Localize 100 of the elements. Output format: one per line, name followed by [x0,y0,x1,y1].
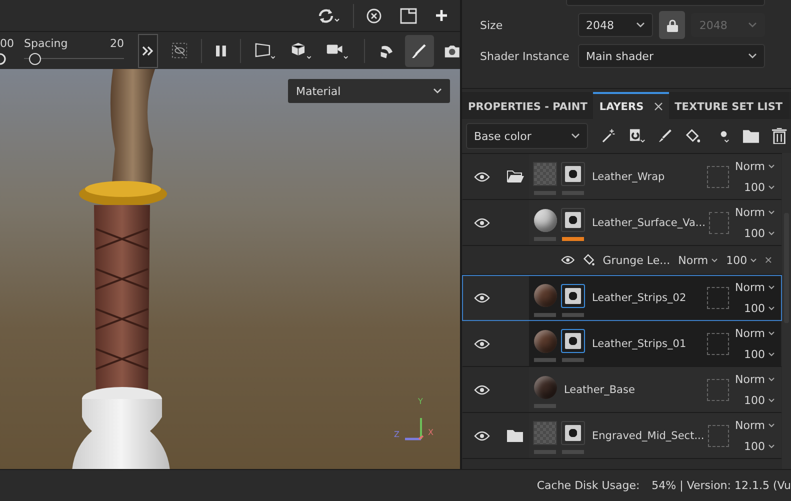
opacity-dropdown[interactable]: 100 [744,180,775,194]
chevron-down-icon [750,258,758,262]
folder-icon[interactable] [742,129,760,143]
axis-gizmo-icon [403,417,425,442]
eye-icon[interactable] [474,384,490,394]
expand-button[interactable] [138,34,158,68]
layer-name: Leather_Base [564,384,636,396]
mask-thumbnail[interactable] [561,329,585,353]
chevron-down-icon [768,164,775,168]
chevron-down-icon [636,22,646,28]
input-field[interactable] [566,0,765,6]
blend-mode-dropdown[interactable]: Norm [734,418,775,432]
channel-dropdown[interactable]: Base color [466,123,588,149]
blend-mask-slot[interactable] [707,378,729,400]
plus-icon[interactable] [435,9,448,22]
scrollbar[interactable] [782,153,791,470]
blend-mask-slot[interactable] [707,287,729,309]
opacity-dropdown[interactable]: 100 [744,394,775,406]
value-text: 00 [0,36,14,50]
blend-mask-slot[interactable] [709,212,729,234]
display-dropdown[interactable]: Material [288,79,450,103]
close-icon[interactable] [765,256,772,264]
refresh-icon[interactable] [629,128,645,144]
blend-mode-dropdown[interactable]: Norm [678,254,718,266]
chevron-down-icon [768,184,775,190]
hide-icon[interactable] [172,42,188,59]
blend-mask-slot[interactable] [707,166,729,188]
panel-tab[interactable]: LAYERS [593,92,669,119]
chevron-down-icon [768,230,775,236]
layer-name: Leather_Strips_02 [592,292,688,304]
cube-icon[interactable] [290,40,312,60]
perspective-icon[interactable] [255,40,277,60]
opacity-dropdown[interactable]: 100 [744,226,775,240]
mask-thumbnail[interactable] [561,421,585,445]
brush-icon [411,42,428,58]
chevron-down-icon [768,352,775,356]
opacity-dropdown[interactable]: 100 [744,440,775,452]
camera-icon[interactable] [444,42,460,58]
opacity-dropdown[interactable]: 100 [744,302,775,315]
eye-icon[interactable] [474,293,490,303]
axis-label: X [428,428,434,438]
blend-mask-slot[interactable] [708,424,729,446]
chevron-down-icon [768,444,775,448]
fill-bucket-icon [582,253,595,267]
chevron-down-icon [768,306,775,311]
shader-dropdown[interactable]: Main shader [578,44,765,68]
slider-value: 20 [110,36,124,50]
effect-name[interactable]: Grunge Le... [602,254,670,266]
chevron-down-icon [768,330,775,336]
chevron-down-icon [433,88,442,94]
mask-thumbnail[interactable] [561,208,585,232]
lock-icon [666,18,678,32]
eye-icon[interactable] [474,218,490,228]
eye-icon[interactable] [561,255,575,265]
layer-name: Engraved_Mid_Sect... [592,430,704,442]
close-icon[interactable] [654,102,663,111]
axis-label: Y [418,397,423,406]
eye-icon[interactable] [474,338,490,348]
chevron-down-icon [768,422,775,428]
folder-icon[interactable] [507,430,523,442]
double-chevron-icon [142,46,154,56]
eye-icon[interactable] [474,430,490,440]
axis-label: Z [394,430,400,440]
field-label: Shader Instance [479,50,570,62]
blend-mask-slot[interactable] [707,332,729,354]
sync-icon[interactable] [317,6,341,24]
window-icon[interactable] [400,8,417,24]
magic-wand-icon[interactable] [600,128,616,144]
layer-row[interactable]: Leather_Strips_02 Norm 100 [462,275,782,321]
chevron-down-icon [748,22,757,28]
trash-icon[interactable] [772,128,788,144]
blend-mode-dropdown[interactable]: Norm [734,206,775,218]
slider-thumb[interactable] [0,52,6,64]
chevron-down-icon [768,376,775,382]
chevron-down-icon [570,133,580,139]
opacity-dropdown[interactable]: 100 [744,348,775,360]
layer-name: Leather_Strips_01 [592,338,688,350]
status-label: Cache Disk Usage: [536,479,640,492]
mask-thumbnail[interactable] [561,162,585,186]
checker-thumbnail [533,421,557,445]
open-folder-icon[interactable] [506,170,524,183]
mask-thumbnail[interactable] [561,284,585,308]
lock-button[interactable] [659,11,686,39]
chevron-down-icon [768,285,775,290]
checker-thumbnail [533,162,557,186]
clear-icon[interactable] [366,8,382,24]
size-dropdown[interactable]: 2048 [578,13,654,37]
opacity-dropdown[interactable]: 100 [726,254,758,266]
blend-mode-dropdown[interactable]: Norm [734,372,775,386]
status-text: 54% | Version: 12.1.5 (Vu [652,479,791,492]
paint-button[interactable] [404,34,434,66]
pause-icon[interactable] [216,44,226,56]
fill-bucket-icon[interactable] [684,128,700,144]
eye-icon[interactable] [474,172,490,182]
blend-mode-dropdown[interactable]: Norm [734,281,775,294]
chevron-down-icon [711,258,718,262]
blend-mode-dropdown[interactable]: Norm [734,326,775,340]
blend-mode-dropdown[interactable]: Norm [734,160,775,172]
brush-icon[interactable] [658,129,672,143]
layer-name: Leather_Wrap [592,170,666,182]
